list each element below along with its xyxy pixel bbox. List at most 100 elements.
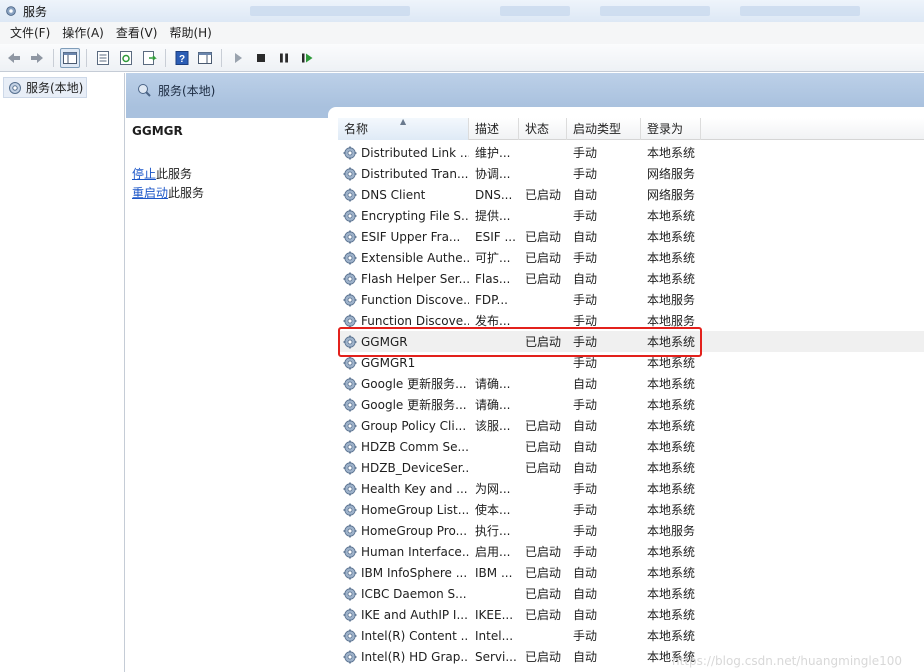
- service-gear-icon: [343, 377, 357, 390]
- service-description: 该服...: [475, 419, 511, 433]
- pause-icon: [280, 53, 288, 62]
- properties-button[interactable]: [93, 48, 113, 68]
- tree-item-services-local[interactable]: 服务(本地): [3, 77, 88, 98]
- service-gear-icon: [343, 356, 357, 369]
- table-row[interactable]: ESIF Upper Fra... ESIF ... 已启动 自动 本地系统: [338, 226, 924, 247]
- service-name-cell: Google 更新服务...: [338, 396, 469, 413]
- table-row[interactable]: DNS Client DNS... 已启动 自动 网络服务: [338, 184, 924, 205]
- service-description: 维护...: [475, 146, 511, 160]
- service-name-cell: HomeGroup List...: [338, 502, 469, 518]
- service-gear-icon: [343, 482, 357, 495]
- service-name-cell: Distributed Link ...: [338, 145, 469, 161]
- forward-button[interactable]: [27, 48, 47, 68]
- table-row[interactable]: ICBC Daemon S... 已启动 自动 本地系统: [338, 583, 924, 604]
- services-gear-icon: [9, 81, 21, 94]
- table-row[interactable]: Human Interface... 启用... 已启动 手动 本地系统: [338, 541, 924, 562]
- pause-service-button[interactable]: [274, 48, 294, 68]
- service-name: DNS Client: [361, 187, 426, 202]
- service-name: Function Discove...: [361, 292, 469, 307]
- table-row[interactable]: Flash Helper Ser... Flas... 已启动 自动 本地系统: [338, 268, 924, 289]
- export-list-button[interactable]: [139, 48, 159, 68]
- table-row[interactable]: GGMGR 已启动 手动 本地系统: [338, 331, 924, 352]
- blurred-taskbar-artifact: [740, 6, 860, 16]
- restart-service-button[interactable]: [297, 48, 317, 68]
- service-log-on-as: 本地系统: [647, 209, 696, 223]
- menu-view[interactable]: 查看(V): [110, 22, 164, 44]
- table-row[interactable]: Google 更新服务... 请确... 自动 本地系统: [338, 373, 924, 394]
- service-status: 已启动: [525, 188, 562, 202]
- table-row[interactable]: Extensible Authe... 可扩... 已启动 手动 本地系统: [338, 247, 924, 268]
- table-row[interactable]: GGMGR1 手动 本地系统: [338, 352, 924, 373]
- show-console-tree-button[interactable]: [60, 47, 80, 68]
- menu-help[interactable]: 帮助(H): [163, 22, 217, 44]
- toolbar-separator: [53, 48, 54, 67]
- service-gear-icon: [343, 524, 357, 537]
- help-button[interactable]: ?: [172, 48, 192, 68]
- service-name: Health Key and ...: [361, 481, 468, 496]
- table-row[interactable]: Function Discove... 发布... 手动 本地服务: [338, 310, 924, 331]
- table-row[interactable]: IKE and AuthIP I... IKEE... 已启动 自动 本地系统: [338, 604, 924, 625]
- column-header-description[interactable]: 描述: [469, 118, 519, 140]
- table-row[interactable]: Group Policy Cli... 该服... 已启动 自动 本地系统: [338, 415, 924, 436]
- service-log-on-as: 本地系统: [647, 461, 696, 475]
- service-gear-icon: [343, 587, 357, 600]
- service-description: 协调...: [475, 167, 511, 181]
- service-log-on-as: 本地系统: [647, 335, 696, 349]
- table-row[interactable]: Encrypting File S... 提供... 手动 本地系统: [338, 205, 924, 226]
- toolbar-separator: [165, 48, 166, 67]
- service-startup-type: 自动: [573, 650, 598, 664]
- service-name-cell: Flash Helper Ser...: [338, 271, 469, 287]
- service-name: Group Policy Cli...: [361, 418, 467, 433]
- service-log-on-as: 网络服务: [647, 188, 696, 202]
- table-row[interactable]: HomeGroup Pro... 执行... 手动 本地服务: [338, 520, 924, 541]
- table-row[interactable]: IBM InfoSphere ... IBM ... 已启动 自动 本地系统: [338, 562, 924, 583]
- menu-action[interactable]: 操作(A): [56, 22, 110, 44]
- service-gear-icon: [343, 167, 357, 180]
- start-service-button[interactable]: [228, 48, 248, 68]
- service-name: HDZB Comm Se...: [361, 439, 469, 454]
- tree-item-label: 服务(本地): [26, 81, 84, 95]
- table-row[interactable]: Health Key and ... 为网... 手动 本地系统: [338, 478, 924, 499]
- column-header-startup-type[interactable]: 启动类型: [567, 118, 641, 140]
- table-row[interactable]: Function Discove... FDP... 手动 本地服务: [338, 289, 924, 310]
- service-gear-icon: [343, 230, 357, 243]
- restart-service-link[interactable]: 重启动: [132, 186, 168, 200]
- column-header-log-on-as[interactable]: 登录为: [641, 118, 701, 140]
- service-name: GGMGR1: [361, 355, 416, 370]
- service-status: 已启动: [525, 230, 562, 244]
- service-gear-icon: [343, 440, 357, 453]
- back-button[interactable]: [4, 48, 24, 68]
- table-row[interactable]: Google 更新服务... 请确... 手动 本地系统: [338, 394, 924, 415]
- service-description: 请确...: [475, 377, 511, 391]
- table-row[interactable]: Distributed Tran... 协调... 手动 网络服务: [338, 163, 924, 184]
- service-log-on-as: 本地系统: [647, 503, 696, 517]
- service-startup-type: 手动: [573, 482, 598, 496]
- column-header-status[interactable]: 状态: [519, 118, 567, 140]
- service-log-on-as: 本地系统: [647, 482, 696, 496]
- table-row[interactable]: Intel(R) Content ... Intel... 手动 本地系统: [338, 625, 924, 646]
- service-gear-icon: [343, 545, 357, 558]
- refresh-button[interactable]: [116, 48, 136, 68]
- blurred-taskbar-artifact: [500, 6, 570, 16]
- service-startup-type: 手动: [573, 167, 598, 181]
- table-row[interactable]: HDZB Comm Se... 已启动 自动 本地系统: [338, 436, 924, 457]
- service-log-on-as: 本地系统: [647, 377, 696, 391]
- stop-service-link[interactable]: 停止: [132, 167, 156, 181]
- service-log-on-as: 网络服务: [647, 167, 696, 181]
- table-row[interactable]: Distributed Link ... 维护... 手动 本地系统: [338, 142, 924, 163]
- table-row[interactable]: HDZB_DeviceSer... 已启动 自动 本地系统: [338, 457, 924, 478]
- show-action-pane-button[interactable]: [195, 48, 215, 68]
- svg-text:?: ?: [179, 54, 185, 65]
- service-startup-type: 自动: [573, 440, 598, 454]
- service-name: Human Interface...: [361, 544, 469, 559]
- service-name-cell: DNS Client: [338, 187, 469, 203]
- table-row[interactable]: HomeGroup List... 使本... 手动 本地系统: [338, 499, 924, 520]
- service-startup-type: 手动: [573, 251, 598, 265]
- column-header-name[interactable]: ▲ 名称: [338, 118, 469, 140]
- service-gear-icon: [343, 398, 357, 411]
- menu-file[interactable]: 文件(F): [4, 22, 56, 44]
- service-name: Intel(R) Content ...: [361, 628, 469, 643]
- stop-service-button[interactable]: [251, 48, 271, 68]
- service-name: Extensible Authe...: [361, 250, 469, 265]
- forward-arrow-icon: [31, 52, 43, 63]
